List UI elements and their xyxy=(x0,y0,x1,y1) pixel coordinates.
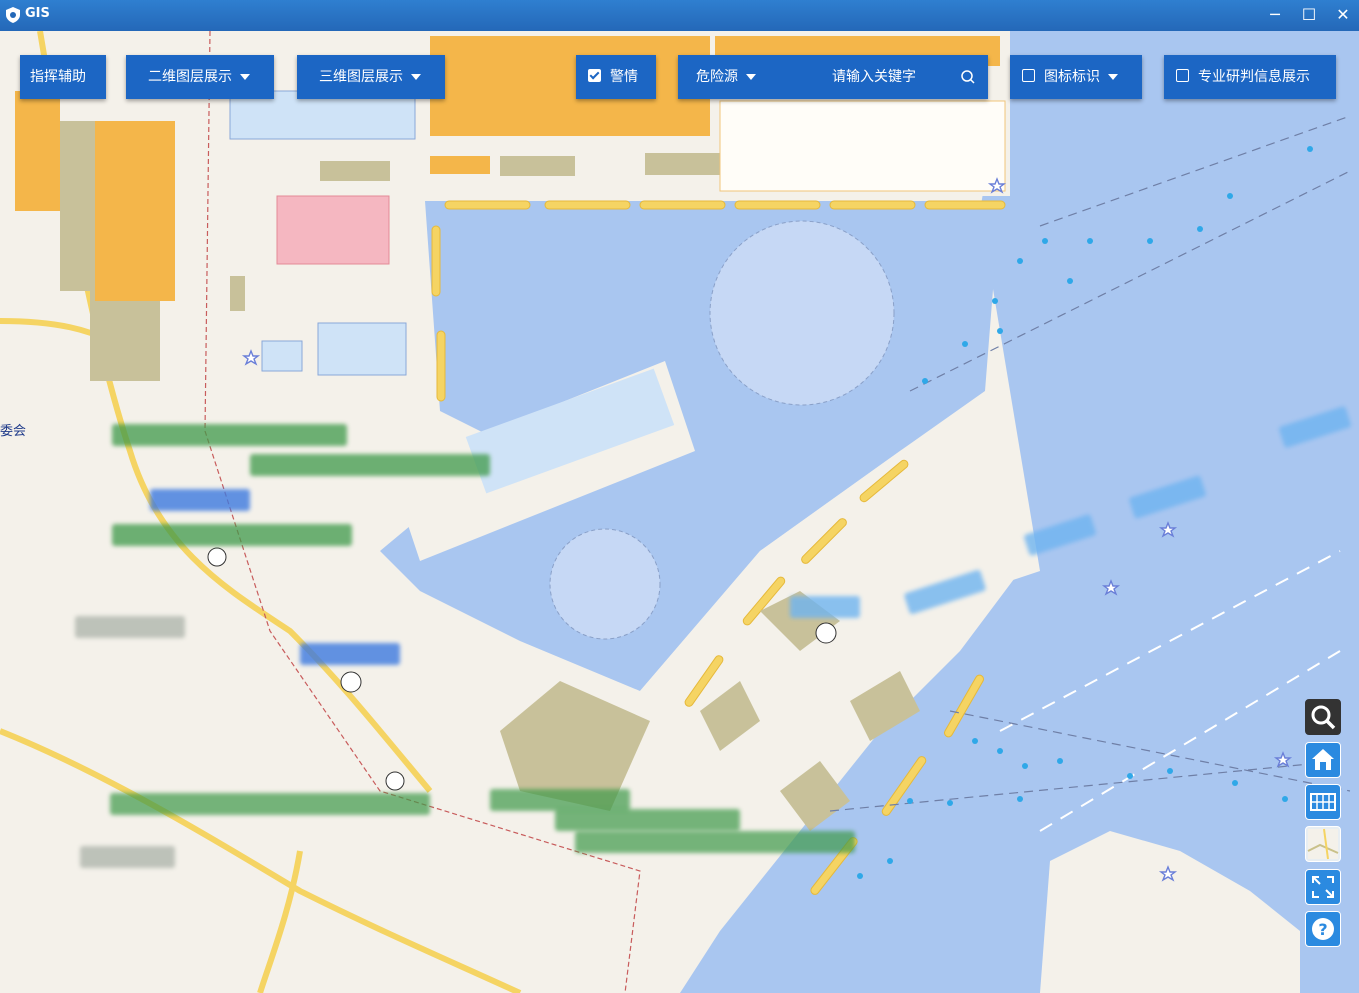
chevron-down-icon xyxy=(411,74,421,80)
blurred-label xyxy=(555,809,740,831)
blurred-label xyxy=(150,489,250,511)
shield-icon xyxy=(6,7,20,23)
window-titlebar: GIS ─ ☐ ✕ xyxy=(0,0,1359,31)
map-thumbnail-icon xyxy=(1307,828,1339,860)
blurred-label xyxy=(112,524,352,546)
blurred-label xyxy=(75,616,185,638)
maximize-button[interactable]: ☐ xyxy=(1296,3,1322,27)
command-assist-button[interactable]: 指挥辅助 xyxy=(20,55,106,99)
expert-info-label: 专业研判信息展示 xyxy=(1198,69,1310,85)
hazard-dropdown[interactable]: 危险源 xyxy=(696,69,756,85)
layer-2d-label: 二维图层展示 xyxy=(148,69,232,85)
hazard-label: 危险源 xyxy=(696,69,738,85)
search-icon[interactable] xyxy=(960,69,976,85)
turning-circle-2 xyxy=(549,528,661,640)
chevron-down-icon xyxy=(746,74,756,80)
command-assist-label: 指挥辅助 xyxy=(30,69,86,85)
help-tool-button[interactable]: ? xyxy=(1305,911,1341,947)
fullscreen-tool-button[interactable] xyxy=(1305,869,1341,905)
map-canvas[interactable]: 委会 xyxy=(0,31,1359,993)
alert-label: 警情 xyxy=(610,69,638,85)
alert-toggle[interactable]: 警情 xyxy=(576,55,656,99)
chevron-down-icon xyxy=(1108,74,1118,80)
icon-marker-toggle[interactable]: 图标标识 xyxy=(1010,55,1142,99)
home-icon xyxy=(1312,749,1334,770)
expand-icon xyxy=(1312,876,1334,898)
icon-marker-checkbox[interactable] xyxy=(1022,68,1035,82)
grid-icon xyxy=(1310,793,1336,811)
turning-circle-1 xyxy=(709,220,895,406)
minimize-button[interactable]: ─ xyxy=(1262,3,1288,27)
help-icon: ? xyxy=(1312,918,1334,940)
svg-text:?: ? xyxy=(1318,920,1327,939)
blurred-label xyxy=(300,643,400,665)
blurred-label xyxy=(80,846,175,868)
map-label-committee: 委会 xyxy=(0,424,27,439)
search-icon xyxy=(1311,705,1336,730)
basemap-tool-button[interactable] xyxy=(1305,826,1341,862)
window-title: GIS xyxy=(25,6,50,21)
blurred-label xyxy=(112,424,347,446)
layer-3d-label: 三维图层展示 xyxy=(319,69,403,85)
search-tool-button[interactable] xyxy=(1305,699,1341,735)
alert-checkbox[interactable] xyxy=(588,68,601,82)
expert-info-checkbox[interactable] xyxy=(1176,68,1189,82)
expert-info-toggle[interactable]: 专业研判信息展示 xyxy=(1164,55,1336,99)
blurred-label xyxy=(575,831,855,853)
layer-3d-dropdown[interactable]: 三维图层展示 xyxy=(297,55,445,99)
blurred-label xyxy=(110,793,430,815)
keyword-search-input[interactable] xyxy=(830,59,964,95)
layer-2d-dropdown[interactable]: 二维图层展示 xyxy=(126,55,274,99)
icon-marker-label: 图标标识 xyxy=(1044,69,1100,85)
grid-tool-button[interactable] xyxy=(1305,784,1341,820)
blurred-label xyxy=(490,789,630,811)
home-tool-button[interactable] xyxy=(1305,742,1341,778)
close-button[interactable]: ✕ xyxy=(1330,3,1356,27)
pink-facility xyxy=(276,195,390,265)
blurred-label xyxy=(250,454,490,476)
chevron-down-icon xyxy=(240,74,250,80)
blurred-label xyxy=(790,596,860,618)
